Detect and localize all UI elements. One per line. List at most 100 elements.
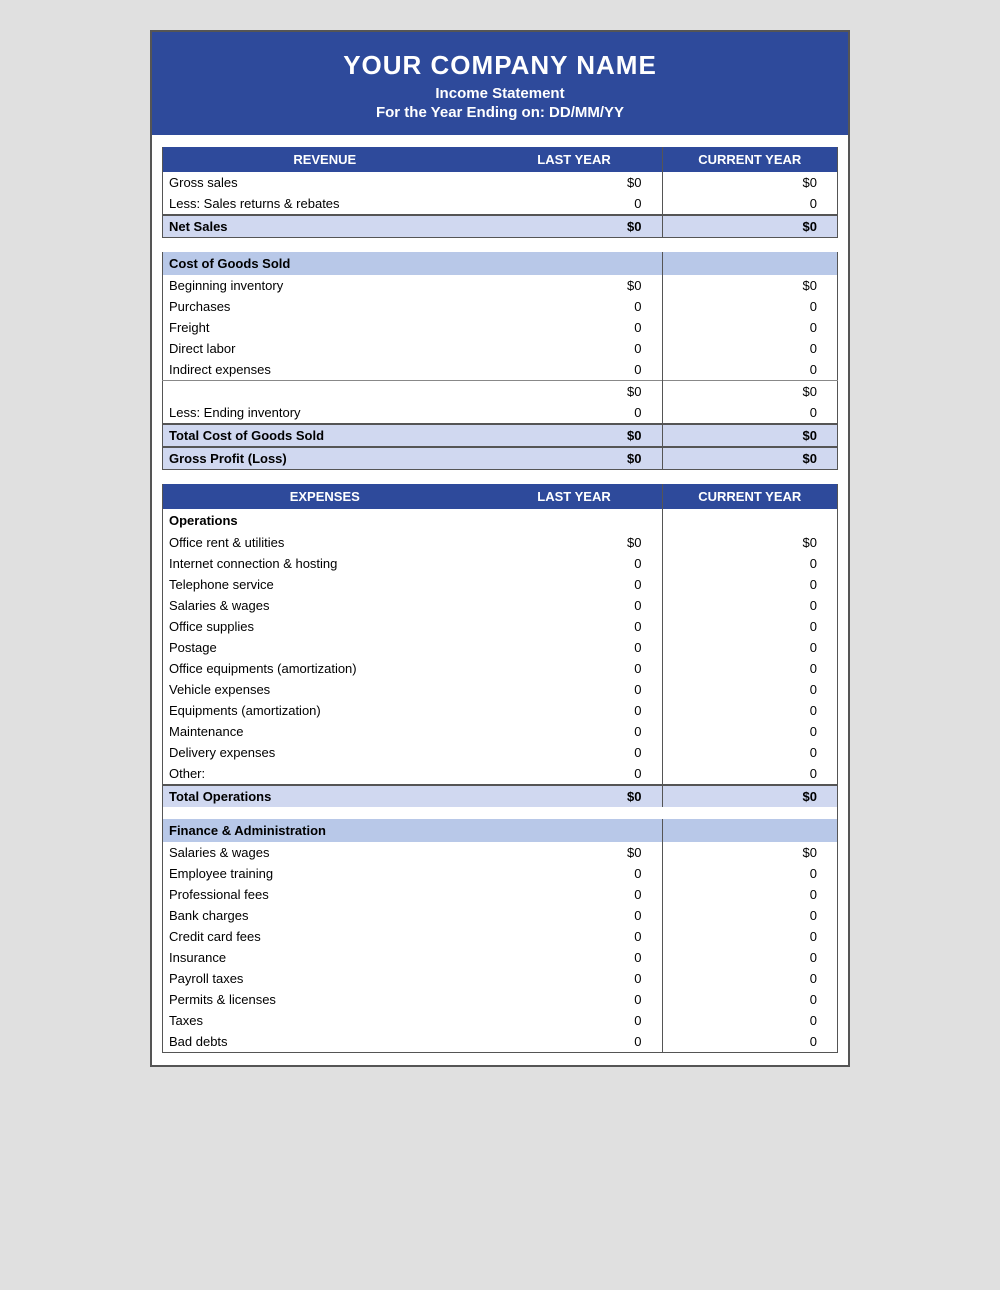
table-row: Direct labor 0 0: [163, 338, 838, 359]
delivery-expenses-current: 0: [662, 742, 838, 763]
purchases-last: 0: [487, 296, 663, 317]
table-row: Indirect expenses 0 0: [163, 359, 838, 381]
equipments-amort-current: 0: [662, 700, 838, 721]
payroll-taxes-current: 0: [662, 968, 838, 989]
delivery-expenses-label: Delivery expenses: [163, 742, 487, 763]
office-equip-last: 0: [487, 658, 663, 679]
telephone-label: Telephone service: [163, 574, 487, 595]
table-row: Insurance 0 0: [163, 947, 838, 968]
direct-labor-current: 0: [662, 338, 838, 359]
office-equip-label: Office equipments (amortization): [163, 658, 487, 679]
net-sales-last: $0: [487, 215, 663, 238]
revenue-section-label: REVENUE: [163, 147, 487, 172]
total-operations-row: Total Operations $0 $0: [163, 785, 838, 807]
salaries-wages-fin-last: $0: [487, 842, 663, 863]
purchases-label: Purchases: [163, 296, 487, 317]
office-rent-last: $0: [487, 532, 663, 553]
internet-label: Internet connection & hosting: [163, 553, 487, 574]
finance-section-label: Finance & Administration: [163, 819, 487, 842]
office-equip-current: 0: [662, 658, 838, 679]
table-row: Office equipments (amortization) 0 0: [163, 658, 838, 679]
gross-profit-current: $0: [662, 447, 838, 470]
professional-fees-last: 0: [487, 884, 663, 905]
total-operations-last: $0: [487, 785, 663, 807]
cogs-subtotal-current: $0: [662, 381, 838, 403]
table-row: Internet connection & hosting 0 0: [163, 553, 838, 574]
salaries-wages-ops-current: 0: [662, 595, 838, 616]
bank-charges-label: Bank charges: [163, 905, 487, 926]
operations-label-row: Operations: [163, 509, 838, 532]
gap-row: [163, 807, 838, 819]
vehicle-expenses-current: 0: [662, 679, 838, 700]
salaries-wages-ops-label: Salaries & wages: [163, 595, 487, 616]
maintenance-last: 0: [487, 721, 663, 742]
professional-fees-label: Professional fees: [163, 884, 487, 905]
ending-inventory-current: 0: [662, 402, 838, 424]
maintenance-label: Maintenance: [163, 721, 487, 742]
beginning-inventory-last: $0: [487, 275, 663, 296]
report-period: For the Year Ending on: DD/MM/YY: [162, 104, 838, 121]
net-sales-current: $0: [662, 215, 838, 238]
table-row: Telephone service 0 0: [163, 574, 838, 595]
table-row: Taxes 0 0: [163, 1010, 838, 1031]
expenses-section-label: EXPENSES: [163, 484, 487, 509]
finance-label-row: Finance & Administration: [163, 819, 838, 842]
expenses-current-year-header: CURRENT YEAR: [662, 484, 838, 509]
freight-current: 0: [662, 317, 838, 338]
telephone-current: 0: [662, 574, 838, 595]
bad-debts-current: 0: [662, 1031, 838, 1053]
indirect-expenses-current: 0: [662, 359, 838, 381]
sales-returns-current: 0: [662, 193, 838, 215]
gross-sales-last: $0: [487, 172, 663, 193]
direct-labor-last: 0: [487, 338, 663, 359]
freight-label: Freight: [163, 317, 487, 338]
expenses-last-year-header: LAST YEAR: [487, 484, 663, 509]
table-row: Salaries & wages $0 $0: [163, 842, 838, 863]
net-sales-label: Net Sales: [163, 215, 487, 238]
cogs-table: Cost of Goods Sold Beginning inventory $…: [162, 252, 838, 470]
table-row: Permits & licenses 0 0: [163, 989, 838, 1010]
postage-current: 0: [662, 637, 838, 658]
table-row: Vehicle expenses 0 0: [163, 679, 838, 700]
insurance-label: Insurance: [163, 947, 487, 968]
employee-training-label: Employee training: [163, 863, 487, 884]
sales-returns-label: Less: Sales returns & rebates: [163, 193, 487, 215]
purchases-current: 0: [662, 296, 838, 317]
sales-returns-last: 0: [487, 193, 663, 215]
salaries-wages-fin-current: $0: [662, 842, 838, 863]
table-row: Professional fees 0 0: [163, 884, 838, 905]
total-cogs-current: $0: [662, 424, 838, 447]
bank-charges-current: 0: [662, 905, 838, 926]
table-row: Bank charges 0 0: [163, 905, 838, 926]
total-operations-label: Total Operations: [163, 785, 487, 807]
taxes-label: Taxes: [163, 1010, 487, 1031]
employee-training-current: 0: [662, 863, 838, 884]
internet-last: 0: [487, 553, 663, 574]
expenses-header-row: EXPENSES LAST YEAR CURRENT YEAR: [163, 484, 838, 509]
expenses-table: EXPENSES LAST YEAR CURRENT YEAR Operatio…: [162, 484, 838, 1053]
table-row: Employee training 0 0: [163, 863, 838, 884]
beginning-inventory-current: $0: [662, 275, 838, 296]
table-row: Office rent & utilities $0 $0: [163, 532, 838, 553]
revenue-last-year-header: LAST YEAR: [487, 147, 663, 172]
cogs-header-row: Cost of Goods Sold: [163, 252, 838, 275]
taxes-current: 0: [662, 1010, 838, 1031]
report-title: Income Statement: [162, 85, 838, 102]
vehicle-expenses-label: Vehicle expenses: [163, 679, 487, 700]
total-cogs-label: Total Cost of Goods Sold: [163, 424, 487, 447]
equipments-amort-label: Equipments (amortization): [163, 700, 487, 721]
header: YOUR COMPANY NAME Income Statement For t…: [152, 32, 848, 135]
gross-profit-last: $0: [487, 447, 663, 470]
table-row: Salaries & wages 0 0: [163, 595, 838, 616]
permits-licenses-label: Permits & licenses: [163, 989, 487, 1010]
table-row: Delivery expenses 0 0: [163, 742, 838, 763]
table-row: Bad debts 0 0: [163, 1031, 838, 1053]
table-row: Less: Ending inventory 0 0: [163, 402, 838, 424]
freight-last: 0: [487, 317, 663, 338]
table-row: Postage 0 0: [163, 637, 838, 658]
table-row: Gross sales $0 $0: [163, 172, 838, 193]
credit-card-fees-label: Credit card fees: [163, 926, 487, 947]
table-row: Freight 0 0: [163, 317, 838, 338]
employee-training-last: 0: [487, 863, 663, 884]
vehicle-expenses-last: 0: [487, 679, 663, 700]
